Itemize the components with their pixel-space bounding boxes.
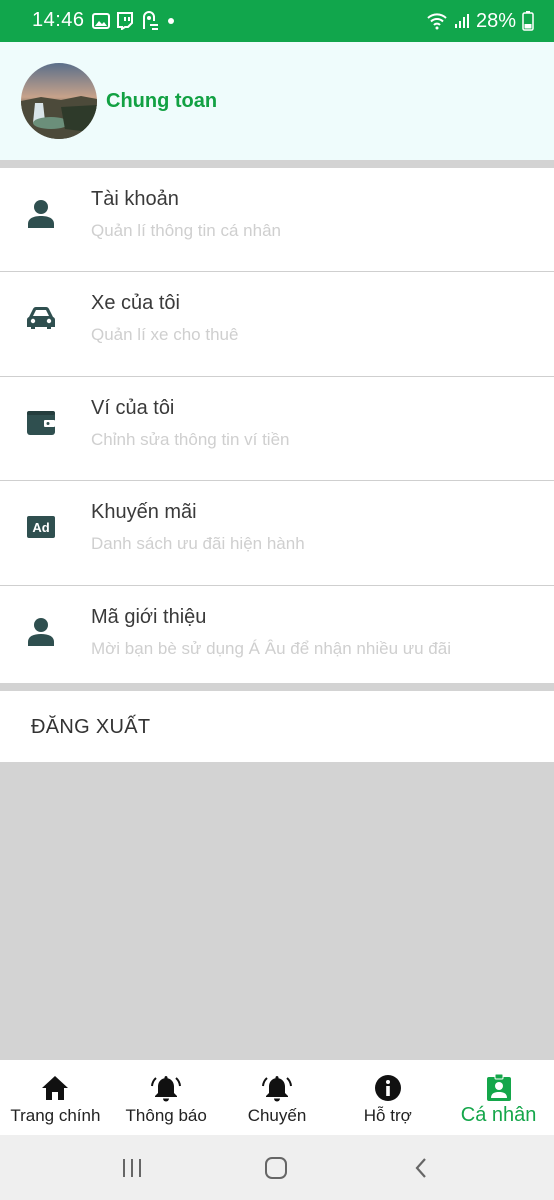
app-notification-icon (140, 11, 160, 31)
person-icon (25, 616, 57, 648)
profile-header[interactable]: Chung toan (0, 42, 554, 160)
menu-item-subtitle: Chỉnh sửa thông tin ví tiền (91, 429, 290, 449)
divider (0, 683, 554, 691)
twitch-icon (116, 12, 134, 30)
menu-item-subtitle: Mời bạn bè sử dụng Á Âu để nhận nhiều ưu… (91, 638, 451, 658)
svg-text:Ad: Ad (32, 520, 49, 535)
menu-item-title: Khuyến mãi (91, 501, 197, 524)
nav-tab-support[interactable]: Hỗ trợ (332, 1060, 443, 1135)
home-button[interactable] (261, 1155, 291, 1181)
nav-tab-notifications[interactable]: Thông báo (111, 1060, 222, 1135)
menu-item-subtitle: Danh sách ưu đãi hiện hành (91, 534, 305, 554)
system-nav-bar (0, 1135, 554, 1200)
menu-item-wallet[interactable]: Ví của tôi Chỉnh sửa thông tin ví tiền (0, 377, 554, 482)
menu-item-title: Mã giới thiệu (91, 605, 207, 628)
empty-area (0, 762, 554, 1060)
bell-ring-icon (151, 1073, 182, 1103)
battery-icon (522, 11, 534, 31)
dot-icon (166, 16, 176, 26)
signal-icon (454, 13, 470, 29)
logout-label: ĐĂNG XUẤT (31, 716, 151, 738)
recent-apps-button[interactable] (117, 1155, 147, 1181)
nav-tab-home[interactable]: Trang chính (0, 1060, 111, 1135)
nav-label: Trang chính (10, 1106, 101, 1125)
car-icon (25, 302, 57, 334)
bottom-nav: Trang chính Thông báo Chuyến Hỗ trợ Cá n… (0, 1060, 554, 1135)
info-icon (373, 1073, 403, 1103)
logout-button[interactable]: ĐĂNG XUẤT (0, 691, 554, 762)
menu-item-subtitle: Quản lí xe cho thuê (91, 325, 239, 345)
home-icon (40, 1073, 70, 1103)
back-button[interactable] (406, 1155, 436, 1181)
status-right-icons: 28% (426, 9, 534, 33)
battery-percent: 28% (475, 9, 516, 32)
profile-menu: Tài khoản Quản lí thông tin cá nhân Xe c… (0, 168, 554, 690)
status-time: 14:46 (32, 9, 85, 31)
status-left-icons (92, 9, 176, 33)
menu-item-account[interactable]: Tài khoản Quản lí thông tin cá nhân (0, 168, 554, 273)
nav-tab-profile[interactable]: Cá nhân (443, 1060, 554, 1135)
bell-ring-icon (261, 1073, 292, 1103)
wifi-icon (426, 12, 448, 30)
nav-tab-trips[interactable]: Chuyến (222, 1060, 333, 1135)
menu-item-promotions[interactable]: Ad Khuyến mãi Danh sách ưu đãi hiện hành (0, 481, 554, 586)
menu-item-subtitle: Quản lí thông tin cá nhân (91, 221, 281, 240)
gallery-icon (92, 13, 110, 29)
nav-label: Cá nhân (460, 1104, 537, 1126)
menu-item-my-car[interactable]: Xe của tôi Quản lí xe cho thuê (0, 272, 554, 377)
menu-item-title: Tài khoản (91, 188, 179, 210)
contact-badge-icon (484, 1073, 514, 1103)
menu-item-referral[interactable]: Mã giới thiệu Mời bạn bè sử dụng Á Âu để… (0, 586, 554, 690)
nav-label: Chuyến (247, 1106, 307, 1125)
status-bar: 14:46 28% (0, 0, 554, 42)
person-icon (25, 198, 57, 230)
divider (0, 160, 554, 168)
ad-icon: Ad (25, 511, 57, 543)
nav-label: Thông báo (125, 1106, 207, 1125)
menu-item-title: Ví của tôi (91, 396, 175, 419)
nav-label: Hỗ trợ (363, 1106, 412, 1125)
wallet-icon (25, 407, 57, 439)
profile-name[interactable]: Chung toan (106, 90, 217, 113)
avatar[interactable] (21, 63, 97, 139)
menu-item-title: Xe của tôi (91, 292, 180, 315)
